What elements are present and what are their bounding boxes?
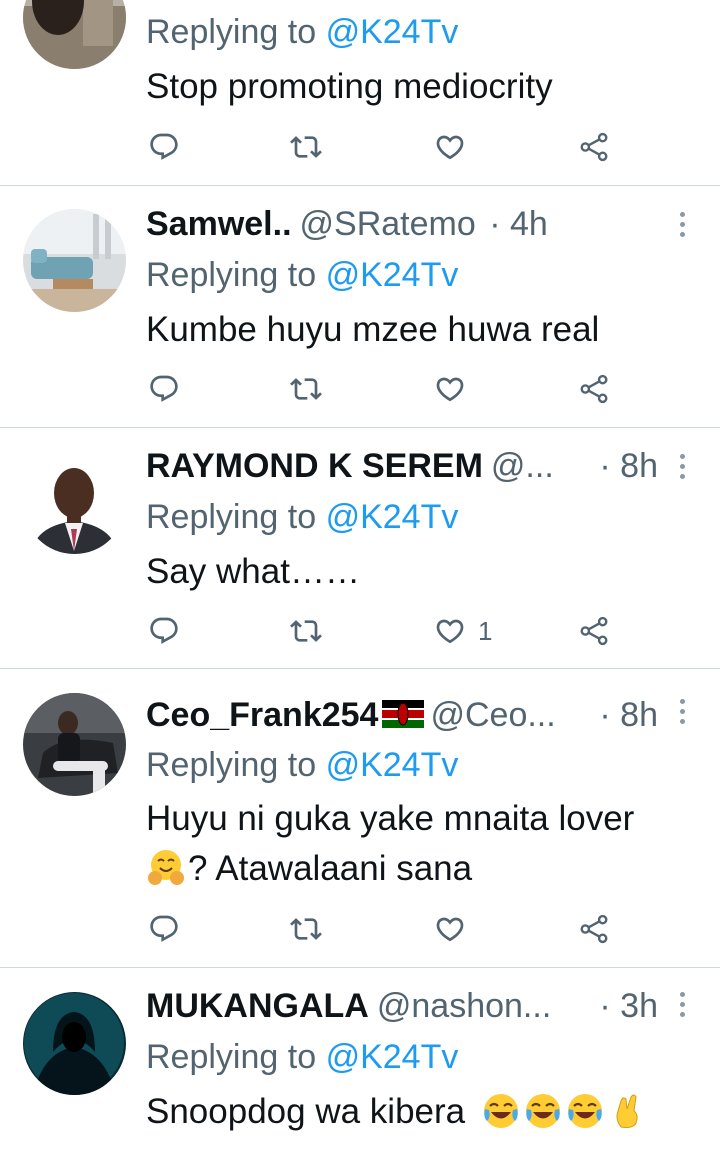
- tweet[interactable]: Samwel.. @SRatemo · 4h Replying to @K24Tv…: [0, 186, 720, 427]
- mention-link[interactable]: @K24Tv: [326, 256, 459, 294]
- like-count: 1: [478, 615, 493, 646]
- tweet-text: Huyu ni guka yake mnaita lover ? Atawala…: [146, 794, 686, 894]
- replying-to-label: Replying to: [146, 498, 317, 536]
- timestamp[interactable]: · 8h: [599, 444, 658, 488]
- avatar[interactable]: [23, 0, 126, 69]
- replying-to-label: Replying to: [146, 746, 317, 784]
- reply-icon: [148, 131, 180, 163]
- more-options-button[interactable]: [672, 689, 692, 733]
- tweet[interactable]: MUKANGALA @nashon... · 3h Replying to @K2…: [0, 968, 720, 1150]
- like-icon: [434, 615, 466, 647]
- retweet-icon: [290, 131, 322, 163]
- tweet-actions: [146, 369, 646, 409]
- replying-to: Replying to @K24Tv: [146, 253, 458, 297]
- tweet[interactable]: RAYMOND K SEREM @... · 8h Replying to @K2…: [0, 428, 720, 668]
- tweet-header: RAYMOND K SEREM @...: [146, 444, 560, 488]
- crying-laughing-icon: [481, 1091, 521, 1131]
- tweet-text-body: Snoopdog wa kibera: [146, 1092, 466, 1131]
- user-handle[interactable]: @SRatemo: [300, 205, 476, 243]
- reply-button[interactable]: [148, 127, 180, 167]
- reply-icon: [148, 615, 180, 647]
- tweet-text: Kumbe huyu mzee huwa real: [146, 310, 600, 349]
- timestamp[interactable]: · 3h: [599, 984, 658, 1028]
- user-handle[interactable]: @...: [491, 447, 554, 485]
- like-button[interactable]: [434, 127, 466, 167]
- tweet-header: MUKANGALA @nashon...: [146, 984, 560, 1028]
- replying-to-label: Replying to: [146, 1038, 317, 1076]
- user-handle[interactable]: @Ceo...: [430, 696, 555, 734]
- display-name[interactable]: Samwel..: [146, 205, 292, 243]
- like-button[interactable]: [434, 909, 466, 949]
- share-icon: [578, 913, 610, 945]
- hugging-face-icon: [146, 848, 186, 888]
- tweet-actions: [146, 127, 646, 167]
- kenya-flag-icon: [382, 700, 425, 728]
- tweet-actions: [146, 909, 646, 949]
- tweet-text: Snoopdog wa kibera: [146, 1087, 686, 1137]
- like-icon: [434, 913, 466, 945]
- pinching-hand-icon: [607, 1091, 647, 1131]
- display-name[interactable]: Ceo_Frank254: [146, 696, 378, 734]
- like-button[interactable]: 1: [434, 611, 492, 651]
- like-button[interactable]: [434, 369, 466, 409]
- retweet-icon: [290, 615, 322, 647]
- crying-laughing-icon: [523, 1091, 563, 1131]
- tweet[interactable]: Replying to @K24Tv Stop promoting medioc…: [0, 0, 720, 185]
- display-name[interactable]: MUKANGALA: [146, 987, 369, 1025]
- share-icon: [578, 131, 610, 163]
- share-button[interactable]: [578, 611, 610, 651]
- retweet-icon: [290, 913, 322, 945]
- avatar[interactable]: [23, 992, 126, 1095]
- share-icon: [578, 373, 610, 405]
- tweet-text: Say what……: [146, 552, 360, 591]
- reply-button[interactable]: [148, 611, 180, 651]
- tweet-header: Ceo_Frank254 @Ceo...: [146, 693, 560, 737]
- tweet[interactable]: Ceo_Frank254 @Ceo... · 8h Replying to @K…: [0, 669, 720, 967]
- avatar[interactable]: [23, 451, 126, 554]
- crying-laughing-icon: [565, 1091, 605, 1131]
- retweet-button[interactable]: [290, 611, 322, 651]
- replying-to: Replying to @K24Tv: [146, 10, 458, 54]
- replying-to: Replying to @K24Tv: [146, 1035, 458, 1079]
- user-handle[interactable]: @nashon...: [377, 987, 551, 1025]
- retweet-button[interactable]: [290, 369, 322, 409]
- tweet-text-line-2: ? Atawalaani sana: [188, 849, 473, 888]
- replying-to-label: Replying to: [146, 13, 317, 51]
- reply-icon: [148, 373, 180, 405]
- more-options-button[interactable]: [672, 444, 692, 488]
- mention-link[interactable]: @K24Tv: [326, 498, 459, 536]
- reply-icon: [148, 913, 180, 945]
- more-options-button[interactable]: [672, 982, 692, 1026]
- tweet-text-line: Huyu ni guka yake mnaita lover: [146, 799, 635, 838]
- mention-link[interactable]: @K24Tv: [326, 746, 459, 784]
- tweet-actions: 1: [146, 611, 646, 651]
- mention-link[interactable]: @K24Tv: [326, 1038, 459, 1076]
- retweet-button[interactable]: [290, 127, 322, 167]
- tweet-text-line: ? Atawalaani sana: [146, 844, 686, 894]
- share-icon: [578, 615, 610, 647]
- tweet-header: Samwel.. @SRatemo · 4h: [146, 202, 660, 246]
- more-options-button[interactable]: [672, 202, 692, 246]
- tweet-text: Stop promoting mediocrity: [146, 67, 553, 106]
- like-icon: [434, 131, 466, 163]
- avatar[interactable]: [23, 209, 126, 312]
- share-button[interactable]: [578, 909, 610, 949]
- replying-to: Replying to @K24Tv: [146, 743, 458, 787]
- mention-link[interactable]: @K24Tv: [326, 13, 459, 51]
- replying-to: Replying to @K24Tv: [146, 495, 458, 539]
- like-icon: [434, 373, 466, 405]
- share-button[interactable]: [578, 127, 610, 167]
- timestamp[interactable]: · 8h: [599, 693, 658, 737]
- reply-button[interactable]: [148, 369, 180, 409]
- replying-to-label: Replying to: [146, 256, 317, 294]
- retweet-icon: [290, 373, 322, 405]
- timestamp[interactable]: · 4h: [489, 205, 548, 243]
- retweet-button[interactable]: [290, 909, 322, 949]
- share-button[interactable]: [578, 369, 610, 409]
- avatar[interactable]: [23, 693, 126, 796]
- reply-button[interactable]: [148, 909, 180, 949]
- display-name[interactable]: RAYMOND K SEREM: [146, 447, 483, 485]
